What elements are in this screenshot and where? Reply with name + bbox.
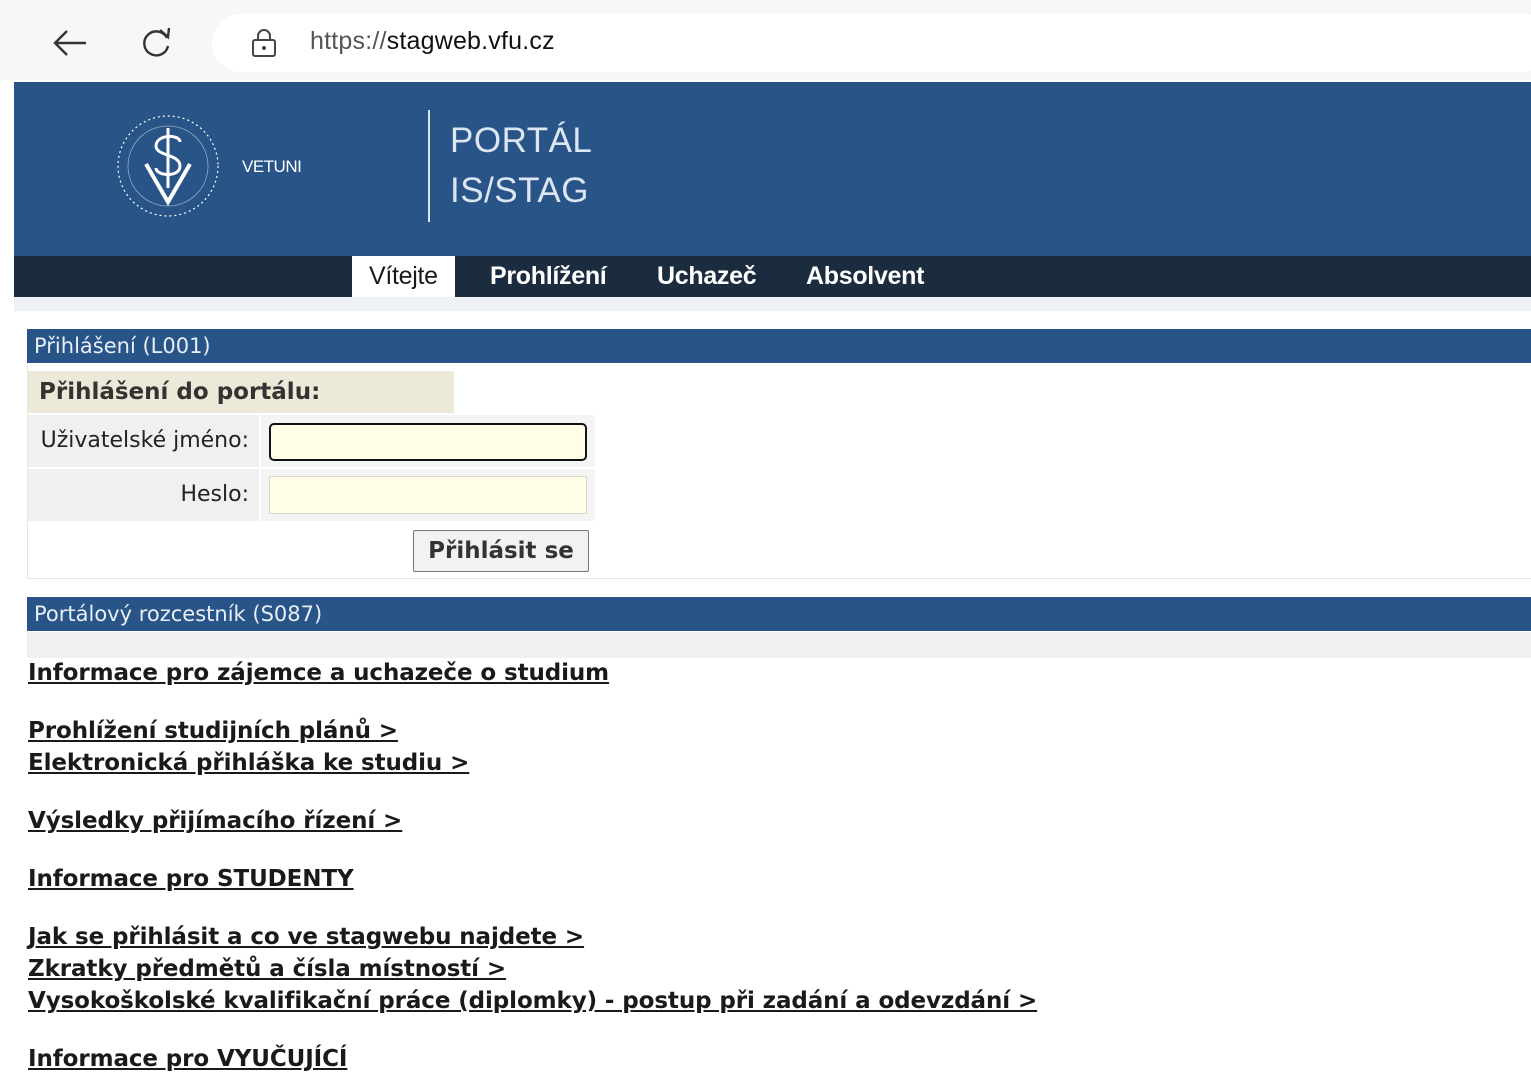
link-admission-results[interactable]: Výsledky přijímacího řízení > bbox=[28, 808, 402, 834]
tab-prohlizeni[interactable]: Prohlížení bbox=[490, 256, 607, 297]
login-box-title: Přihlášení do portálu: bbox=[28, 371, 454, 413]
university-seal-logo[interactable] bbox=[108, 106, 228, 226]
link-info-students[interactable]: Informace pro STUDENTY bbox=[28, 866, 354, 892]
menu-spacer bbox=[14, 297, 1531, 311]
username-label: Uživatelské jméno: bbox=[28, 415, 259, 467]
link-how-to-login[interactable]: Jak se přihlásit a co ve stagwebu najdet… bbox=[28, 924, 584, 950]
portal-title-line2: IS/STAG bbox=[450, 171, 589, 210]
signpost-strip bbox=[27, 632, 1531, 658]
tab-uchazec[interactable]: Uchazeč bbox=[657, 256, 757, 297]
tab-vitejte[interactable]: Vítejte bbox=[352, 256, 455, 297]
signpost-panel-title: Portálový rozcestník (S087) bbox=[27, 597, 1531, 631]
tab-absolvent[interactable]: Absolvent bbox=[806, 256, 924, 297]
browser-toolbar: https://stagweb.vfu.cz bbox=[0, 0, 1531, 80]
brand-name: VETUNI bbox=[242, 157, 302, 176]
url-text: https://stagweb.vfu.cz bbox=[310, 27, 555, 56]
link-study-plans[interactable]: Prohlížení studijních plánů > bbox=[28, 718, 398, 744]
link-e-application[interactable]: Elektronická přihláška ke studiu > bbox=[28, 750, 469, 776]
portal-title-line1: PORTÁL bbox=[450, 121, 593, 160]
back-arrow-icon[interactable] bbox=[48, 18, 92, 68]
username-input[interactable] bbox=[269, 423, 587, 461]
lock-icon[interactable] bbox=[250, 28, 278, 58]
main-menu: Vítejte Prohlížení Uchazeč Absolvent bbox=[14, 256, 1531, 297]
url-scheme: https:// bbox=[310, 27, 387, 55]
header-divider bbox=[428, 110, 430, 222]
login-panel-title: Přihlášení (L001) bbox=[27, 329, 1531, 363]
link-info-teachers[interactable]: Informace pro VYUČUJÍCÍ bbox=[28, 1046, 347, 1072]
login-button[interactable]: Přihlásit se bbox=[413, 530, 589, 572]
link-course-abbreviations[interactable]: Zkratky předmětů a čísla místností > bbox=[28, 956, 506, 982]
address-bar[interactable]: https://stagweb.vfu.cz bbox=[212, 14, 1531, 72]
portal-title: PORTÁL IS/STAG bbox=[450, 116, 592, 216]
url-host: stagweb.vfu.cz bbox=[386, 27, 555, 55]
link-thesis-procedure[interactable]: Vysokoškolské kvalifikační práce (diplom… bbox=[28, 988, 1037, 1014]
site-header: VETUNI PORTÁL IS/STAG bbox=[14, 82, 1531, 256]
link-info-applicants[interactable]: Informace pro zájemce a uchazeče o studi… bbox=[28, 660, 609, 686]
login-form: Přihlášení do portálu: Uživatelské jméno… bbox=[27, 365, 1531, 579]
password-input[interactable] bbox=[269, 476, 587, 514]
reload-icon[interactable] bbox=[134, 18, 178, 68]
password-label: Heslo: bbox=[28, 469, 259, 521]
